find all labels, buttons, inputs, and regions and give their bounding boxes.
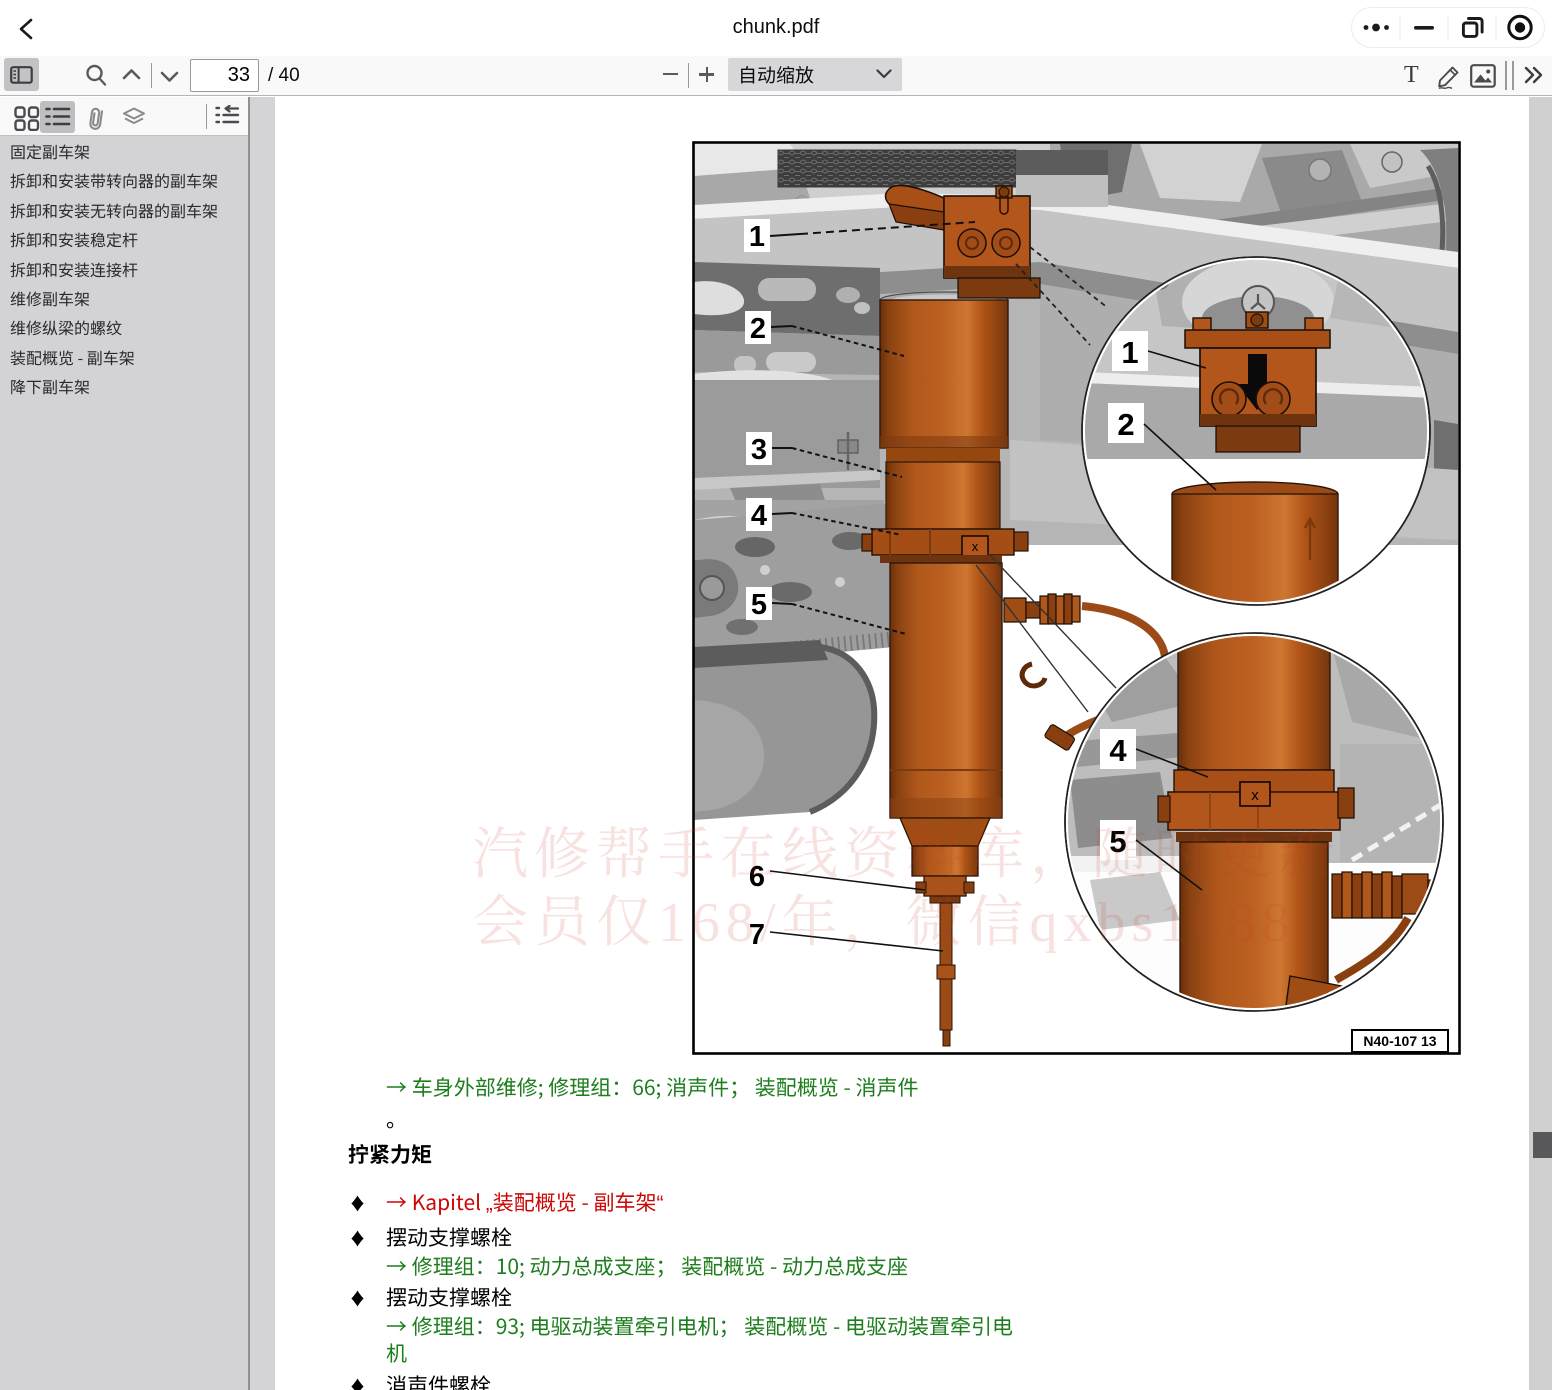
svg-text:x: x — [1251, 787, 1259, 804]
svg-text:5: 5 — [751, 589, 767, 621]
svg-text:4: 4 — [751, 500, 767, 532]
svg-text:4: 4 — [1109, 733, 1127, 768]
svg-text:3: 3 — [751, 434, 767, 466]
svg-text:N40-107 13: N40-107 13 — [1363, 1033, 1436, 1049]
svg-text:2: 2 — [750, 313, 766, 345]
svg-text:1: 1 — [1121, 335, 1138, 370]
svg-text:x: x — [972, 539, 979, 554]
svg-text:1: 1 — [749, 221, 765, 253]
svg-text:2: 2 — [1117, 407, 1134, 442]
